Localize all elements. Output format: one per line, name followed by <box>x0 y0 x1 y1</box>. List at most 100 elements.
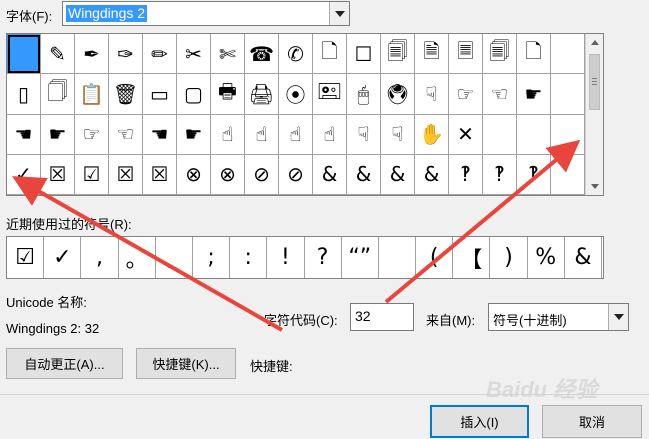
recent-symbol-cell[interactable]: % <box>528 237 565 278</box>
symbol-cell[interactable]: ✆ <box>279 34 313 75</box>
symbol-cell[interactable]: ✋ <box>415 114 449 155</box>
recent-symbol-cell[interactable]: & <box>565 237 602 278</box>
recent-symbol-cell[interactable]: ; <box>193 237 231 278</box>
symbol-cell[interactable]: ☟ <box>347 114 381 155</box>
symbol-cell[interactable]: ☛ <box>517 74 551 115</box>
recent-symbol-cell[interactable]: ( <box>416 237 454 278</box>
symbol-cell[interactable]: ✒ <box>75 34 109 75</box>
symbol-cell[interactable]: ☐ <box>347 34 381 75</box>
symbol-cell[interactable]: ✂ <box>177 34 211 75</box>
symbol-cell[interactable]: & <box>347 154 381 195</box>
symbol-cell[interactable]: & <box>313 154 347 195</box>
symbol-cell[interactable]: ⊘ <box>245 154 279 195</box>
symbol-cell[interactable]: ☝ <box>279 114 313 155</box>
symbol-cell[interactable]: ⊗ <box>211 154 245 195</box>
symbol-cell[interactable] <box>483 114 517 155</box>
symbol-cell[interactable]: ☚ <box>143 114 177 155</box>
symbol-cell[interactable]: ✕ <box>449 114 483 155</box>
recent-symbol-cell[interactable]: ☑ <box>7 237 45 278</box>
symbol-cell[interactable] <box>517 114 551 155</box>
symbol-cell[interactable]: ‽ <box>483 154 517 195</box>
symbol-cell[interactable]: ☟ <box>415 74 449 115</box>
symbol-cell[interactable]: ✄ <box>211 34 245 75</box>
symbol-cell[interactable]: ☚ <box>7 114 41 155</box>
symbol-cell[interactable]: ☒ <box>109 154 143 195</box>
symbol-cell[interactable] <box>551 74 585 115</box>
symbol-cell[interactable]: ⦿ <box>279 74 313 115</box>
symbol-cell[interactable]: & <box>415 154 449 195</box>
symbol-cell[interactable]: 🖨 <box>245 74 279 115</box>
recent-symbol-cell[interactable] <box>379 237 417 278</box>
recent-symbol-cell[interactable]: ! <box>267 237 305 278</box>
symbol-cell[interactable]: 📋 <box>75 74 109 115</box>
recent-symbol-cell[interactable]: ? <box>305 237 342 278</box>
symbol-cell[interactable]: 🗍 <box>41 74 75 115</box>
symbol-cell[interactable]: ☛ <box>177 114 211 155</box>
symbol-cell[interactable]: ‽ <box>449 154 483 195</box>
font-select[interactable]: Wingdings 2 <box>62 1 350 26</box>
grid-scrollbar[interactable] <box>585 34 603 195</box>
scroll-thumb[interactable] <box>589 54 600 110</box>
symbol-cell[interactable]: 🗋 <box>517 34 551 75</box>
symbol-cell[interactable]: ☎ <box>245 34 279 75</box>
symbol-cell[interactable]: 🖭 <box>313 74 347 115</box>
symbol-cell[interactable]: ▢ <box>177 74 211 115</box>
symbol-cell[interactable] <box>551 114 585 155</box>
scroll-down-icon[interactable] <box>586 178 603 195</box>
symbol-cell[interactable]: ✑ <box>109 34 143 75</box>
symbol-cell[interactable]: ☞ <box>449 74 483 115</box>
symbol-cell[interactable]: ⊗ <box>177 154 211 195</box>
symbol-cell[interactable]: ‽ <box>517 154 551 195</box>
symbol-cell[interactable] <box>7 34 41 75</box>
recent-symbol-cell[interactable]: : <box>230 237 268 278</box>
symbol-cell[interactable]: 🗑 <box>109 74 143 115</box>
symbol-cell[interactable]: ☝ <box>313 114 347 155</box>
symbol-cell[interactable]: & <box>381 154 415 195</box>
shortcut-key-button[interactable]: 快捷键(K)... <box>136 348 236 379</box>
symbol-cell[interactable]: ☜ <box>109 114 143 155</box>
symbol-cell[interactable]: 🖶 <box>211 74 245 115</box>
symbol-cell[interactable]: 🗐 <box>381 34 415 75</box>
symbol-cell[interactable]: ☟ <box>381 114 415 155</box>
scroll-up-icon[interactable] <box>586 34 603 51</box>
symbol-cell[interactable]: ▭ <box>143 74 177 115</box>
recent-symbol-cell[interactable]: ) <box>490 237 528 278</box>
symbol-cell[interactable]: ☝ <box>245 114 279 155</box>
symbol-cell[interactable]: ☜ <box>483 74 517 115</box>
symbol-cell[interactable]: 🗋 <box>313 34 347 75</box>
symbol-cell[interactable]: 🗎 <box>415 34 449 75</box>
symbol-cell[interactable]: ⊘ <box>279 154 313 195</box>
symbol-cell[interactable]: 🖱 <box>347 74 381 115</box>
symbol-cell[interactable]: ✏ <box>143 34 177 75</box>
symbol-cell[interactable] <box>551 154 585 195</box>
symbol-cell[interactable]: 🖲 <box>381 74 415 115</box>
symbol-cell[interactable]: ☞ <box>75 114 109 155</box>
cancel-button[interactable]: 取消 <box>542 405 642 438</box>
symbol-cell[interactable]: ☒ <box>143 154 177 195</box>
recent-symbol-cell[interactable]: 、 <box>156 237 193 278</box>
recent-symbol-cell[interactable]: 。 <box>119 237 156 278</box>
recent-symbol-cell[interactable]: 【 <box>453 237 491 278</box>
symbol-cell[interactable]: ☒ <box>41 154 75 195</box>
recent-symbol-cell[interactable]: “” <box>342 237 379 278</box>
unicode-name-value: Wingdings 2: 32 <box>6 321 100 336</box>
symbol-cell[interactable]: 🗏 <box>449 34 483 75</box>
symbol-cell[interactable]: ☛ <box>41 114 75 155</box>
from-select-value[interactable]: 符号(十进制) <box>493 310 567 329</box>
symbol-cell[interactable]: ✓ <box>7 154 41 195</box>
char-code-input[interactable]: 32 <box>350 303 414 331</box>
recent-symbol-cell[interactable]: ✓ <box>44 237 82 278</box>
symbol-cell[interactable]: ✎ <box>41 34 75 75</box>
from-dropdown-icon[interactable] <box>608 304 628 330</box>
symbol-cell[interactable]: ▯ <box>7 74 41 115</box>
recent-symbol-cell[interactable]: , <box>81 237 119 278</box>
symbol-cell[interactable]: ☝ <box>211 114 245 155</box>
from-select[interactable]: 符号(十进制) <box>488 303 629 331</box>
insert-button[interactable]: 插入(I) <box>430 405 529 438</box>
font-dropdown-icon[interactable] <box>329 2 349 25</box>
symbol-cell[interactable]: ☑ <box>75 154 109 195</box>
symbol-cell[interactable] <box>551 34 585 75</box>
autocorrect-button[interactable]: 自动更正(A)... <box>6 348 123 379</box>
symbol-cell[interactable]: 🗐 <box>483 34 517 75</box>
font-select-value[interactable]: Wingdings 2 <box>66 5 148 22</box>
